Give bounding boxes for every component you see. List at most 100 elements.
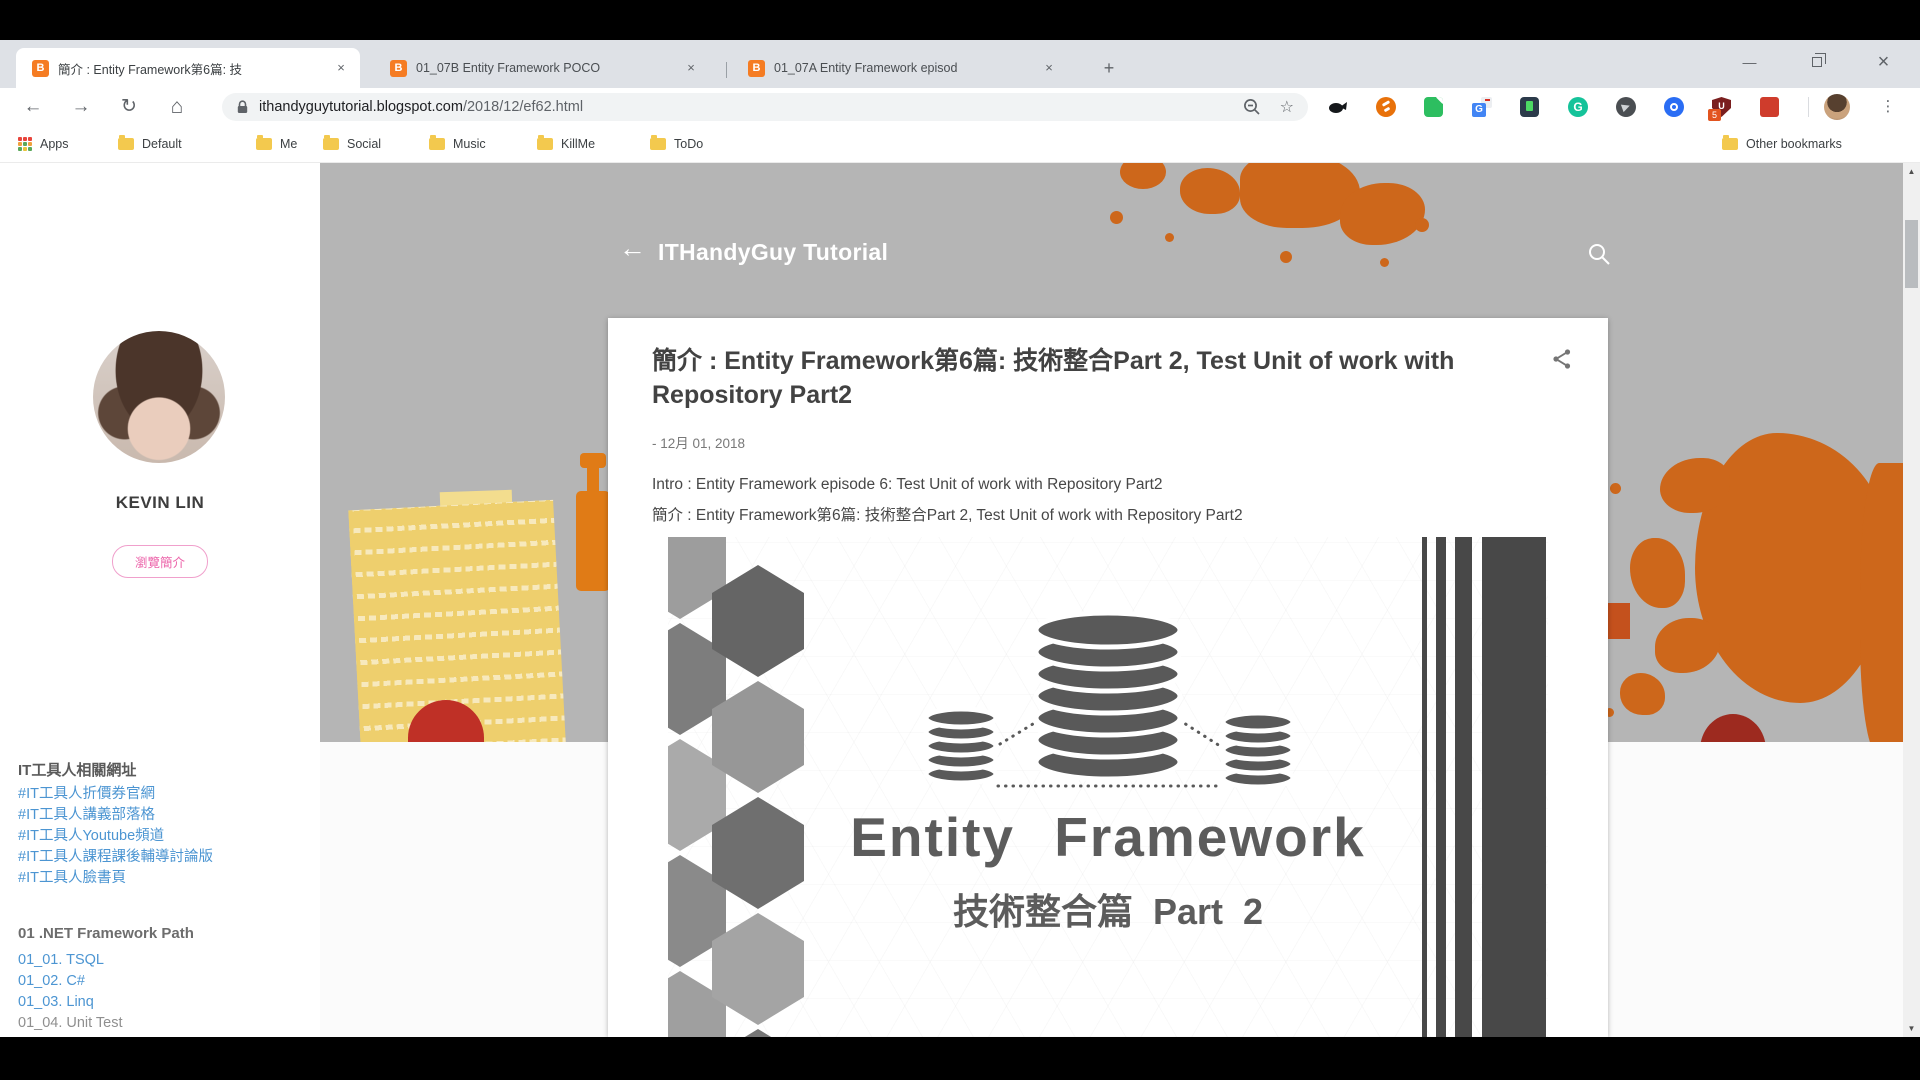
blogger-favicon-icon: B (32, 60, 49, 77)
folder-icon (118, 138, 134, 150)
sidebar-link[interactable]: #IT工具人折價券官網 (18, 782, 155, 803)
dark-arrow-extension-icon[interactable] (1616, 97, 1636, 117)
splatter-decor (1415, 218, 1429, 232)
zoom-out-icon[interactable] (1242, 97, 1262, 117)
evernote-extension-icon[interactable] (1424, 97, 1444, 117)
restore-button[interactable] (1783, 40, 1850, 84)
hero-title: Entity Framework (668, 805, 1548, 869)
restore-icon (1812, 57, 1822, 67)
bookmark-folder-me[interactable]: Me (256, 126, 297, 162)
sidebar-link[interactable]: #IT工具人臉書頁 (18, 866, 126, 887)
splatter-decor (1655, 618, 1720, 673)
whale-extension-icon[interactable] (1328, 97, 1348, 117)
folder-icon (1722, 138, 1738, 150)
hero-subtitle: 技術整合篇 Part 2 (668, 883, 1548, 935)
tab-01-07a[interactable]: B 01_07A Entity Framework episod × (732, 48, 1068, 88)
tab-close-icon[interactable]: × (332, 59, 350, 77)
share-icon[interactable] (1552, 348, 1572, 370)
vertical-bar-decor (1482, 537, 1546, 1037)
tab-separator (726, 62, 727, 78)
address-bar[interactable]: ithandyguytutorial.blogspot.com/2018/12/… (222, 93, 1308, 121)
browse-profile-button[interactable]: 瀏覽簡介 (112, 545, 208, 578)
bookmark-label: Apps (40, 137, 69, 151)
back-button[interactable]: ← (18, 92, 48, 122)
blogger-favicon-icon: B (748, 60, 765, 77)
folder-icon (429, 138, 445, 150)
tab-blog-post[interactable]: B 簡介 : Entity Framework第6篇: 技 × (16, 48, 360, 88)
bookmark-label: Music (453, 137, 486, 151)
splatter-decor (1340, 183, 1425, 245)
tab-close-icon[interactable]: × (682, 59, 700, 77)
reload-button[interactable]: ↻ (114, 92, 144, 122)
home-button[interactable]: ⌂ (162, 92, 192, 122)
tab-title: 01_07A Entity Framework episod (774, 61, 1032, 75)
bookmark-folder-killme[interactable]: KillMe (537, 126, 595, 162)
sidebar-section-heading: IT工具人相關網址 (18, 759, 136, 780)
new-tab-button[interactable]: + (1096, 56, 1122, 82)
shield-extension-icon[interactable]: U 5 (1712, 97, 1732, 117)
browser-window: B 簡介 : Entity Framework第6篇: 技 × B 01_07B… (0, 40, 1920, 1037)
folder-icon (650, 138, 666, 150)
sidebar-item-current: 01_04. Unit Test (18, 1015, 123, 1031)
minimize-button[interactable]: — (1716, 40, 1783, 84)
profile-avatar-icon[interactable] (1824, 94, 1850, 120)
database-cylinders-graphic (668, 592, 1548, 802)
blog-title[interactable]: ITHandyGuy Tutorial (658, 239, 888, 266)
splatter-decor (1180, 168, 1240, 214)
sidebar-section-heading: 01 .NET Framework Path (18, 925, 194, 942)
bookmark-folder-default[interactable]: Default (118, 126, 182, 162)
bookmark-folder-social[interactable]: Social (323, 126, 381, 162)
tab-01-07b[interactable]: B 01_07B Entity Framework POCO × (374, 48, 710, 88)
page-viewport: ← ITHandyGuy Tutorial KEVIN LIN 瀏覽簡介 IT工… (0, 163, 1920, 1037)
sidebar-link[interactable]: 01_02. C# (18, 973, 85, 989)
sidebar-link[interactable]: 01_03. Linq (18, 994, 94, 1010)
sidebar-link[interactable]: #IT工具人Youtube頻道 (18, 824, 164, 845)
mobile-phone-extension-icon[interactable] (1520, 97, 1540, 117)
bookmark-folder-todo[interactable]: ToDo (650, 126, 703, 162)
sidebar-link[interactable]: #IT工具人講義部落格 (18, 803, 155, 824)
page-scrollbar[interactable]: ▲ ▼ (1903, 163, 1920, 1037)
apps-shortcut[interactable]: Apps (18, 126, 69, 162)
splatter-decor (1280, 251, 1292, 263)
browser-menu-icon[interactable]: ⋮ (1876, 95, 1900, 119)
tab-title: 01_07B Entity Framework POCO (416, 61, 674, 75)
url-host: ithandyguytutorial.blogspot.com (259, 99, 463, 115)
google-translate-extension-icon[interactable]: G (1472, 97, 1492, 117)
profile-name: KEVIN LIN (0, 493, 320, 513)
splatter-decor (1165, 233, 1174, 242)
scroll-down-icon[interactable]: ▼ (1903, 1020, 1920, 1037)
tab-title: 簡介 : Entity Framework第6篇: 技 (58, 59, 324, 78)
blog-back-arrow[interactable]: ← (619, 233, 646, 264)
other-bookmarks-button[interactable]: Other bookmarks (1722, 126, 1842, 162)
extension-badge: 5 (1708, 109, 1721, 121)
bookmark-label: Social (347, 137, 381, 151)
bookmark-folder-music[interactable]: Music (429, 126, 486, 162)
close-window-button[interactable]: × (1850, 40, 1917, 84)
blue-ring-extension-icon[interactable] (1664, 97, 1684, 117)
forward-button[interactable]: → (66, 92, 96, 122)
vertical-bar-decor (1455, 537, 1472, 1037)
bookmark-star-icon[interactable]: ☆ (1280, 97, 1294, 117)
sidebar-link[interactable]: 01_04A MSTest Unit test of data (18, 1036, 225, 1037)
grammarly-extension-icon[interactable]: G (1568, 97, 1588, 117)
red-square-extension-icon[interactable] (1760, 97, 1780, 117)
profile-photo[interactable] (93, 331, 225, 463)
lock-icon[interactable] (236, 100, 249, 115)
tab-close-icon[interactable]: × (1040, 59, 1058, 77)
scrollbar-thumb[interactable] (1905, 220, 1918, 288)
sidebar-link[interactable]: 01_01. TSQL (18, 952, 104, 968)
vertical-bar-decor (1436, 537, 1446, 1037)
bookmark-label: Other bookmarks (1746, 137, 1842, 151)
splatter-decor (1860, 463, 1903, 742)
scroll-up-icon[interactable]: ▲ (1903, 163, 1920, 180)
orange-cast-extension-icon[interactable] (1376, 97, 1396, 117)
bookmarks-bar: Apps Default Me Social Music KillMe ToDo (0, 126, 1920, 163)
splatter-decor (1110, 211, 1123, 224)
post-hero-image[interactable]: Entity Framework 技術整合篇 Part 2 (668, 537, 1548, 1037)
blog-search-icon[interactable] (1586, 241, 1612, 267)
bookmark-label: ToDo (674, 137, 703, 151)
blogger-favicon-icon: B (390, 60, 407, 77)
sidebar-link[interactable]: #IT工具人課程課後輔導討論版 (18, 845, 213, 866)
splatter-decor (1380, 258, 1389, 267)
bottle-decor (576, 453, 610, 593)
